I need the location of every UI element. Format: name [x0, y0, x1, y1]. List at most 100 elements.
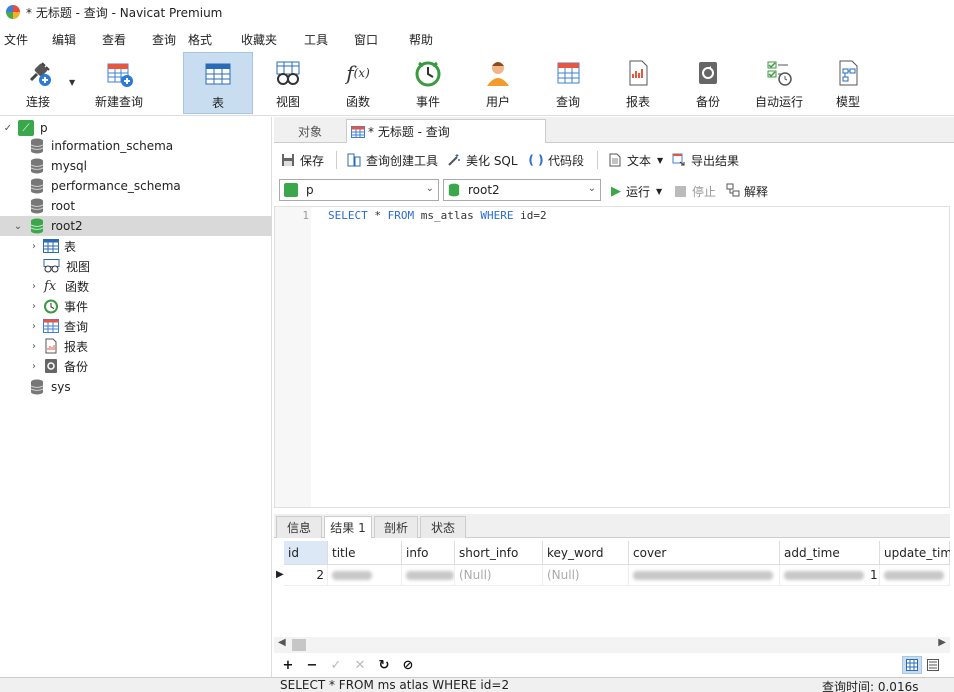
connection-dropdown-icon[interactable]: ▼ — [69, 78, 75, 87]
column-header-update-time[interactable]: update_tim — [880, 541, 950, 565]
column-header-info[interactable]: info — [402, 541, 455, 565]
chevron-right-icon[interactable]: › — [28, 300, 40, 312]
tree-node-queries[interactable]: › 查询 — [0, 316, 272, 336]
menu-query[interactable]: 查询 — [152, 31, 176, 48]
tab-info[interactable]: 信息 — [276, 516, 322, 538]
cell-add-time[interactable]: 1 — [780, 565, 880, 586]
query-builder-button[interactable]: 查询创建工具 — [346, 150, 438, 170]
tab-objects[interactable]: 对象 — [274, 119, 346, 143]
connection-button[interactable]: 连接 — [3, 52, 73, 114]
cell-update-time[interactable] — [880, 565, 950, 586]
cell-title[interactable] — [328, 565, 402, 586]
chevron-right-icon[interactable]: › — [28, 360, 40, 372]
user-button[interactable]: 用户 — [463, 52, 533, 114]
chevron-down-icon[interactable]: ✓ — [2, 122, 14, 134]
model-button[interactable]: 模型 — [813, 52, 883, 114]
code-snippet-button[interactable]: ( ) 代码段 — [528, 150, 584, 170]
tree-node-backups[interactable]: › 备份 — [0, 356, 272, 376]
delete-row-icon[interactable]: − — [303, 656, 321, 674]
view-button[interactable]: 视图 — [253, 52, 323, 114]
add-row-icon[interactable]: + — [279, 656, 297, 674]
chevron-down-icon[interactable]: ▼ — [657, 156, 663, 165]
menu-tools[interactable]: 工具 — [304, 31, 328, 48]
query-button[interactable]: 查询 — [533, 52, 603, 114]
report-button[interactable]: 报表 — [603, 52, 673, 114]
cell-short-info[interactable]: (Null) — [455, 565, 543, 586]
node-label: 备份 — [64, 359, 89, 374]
table-button[interactable]: 表 — [183, 52, 253, 114]
form-view-icon[interactable] — [924, 656, 942, 674]
new-query-button[interactable]: 新建查询 — [79, 52, 159, 114]
tree-connection-p[interactable]: ✓ ⟋ p — [0, 118, 272, 138]
apply-icon[interactable]: ✓ — [327, 656, 345, 674]
column-header-title[interactable]: title — [328, 541, 402, 565]
stop-icon[interactable]: ⊘ — [399, 656, 417, 674]
result-grid[interactable]: id title info short_info key_word cover … — [274, 541, 950, 637]
column-header-add-time[interactable]: add_time — [780, 541, 880, 565]
run-button[interactable]: ▶ 运行 ▼ — [611, 181, 662, 201]
menu-edit[interactable]: 编辑 — [52, 31, 76, 48]
chevron-right-icon[interactable]: › — [28, 340, 40, 352]
tree-db-performance-schema[interactable]: performance_schema — [0, 176, 272, 196]
chevron-down-icon[interactable]: ▼ — [656, 187, 662, 196]
tab-query[interactable]: * 无标题 - 查询 — [346, 119, 546, 143]
menu-window[interactable]: 窗口 — [354, 31, 378, 48]
menu-format[interactable]: 格式 — [188, 31, 212, 48]
tree-db-information-schema[interactable]: information_schema — [0, 136, 272, 156]
backup-button[interactable]: 备份 — [673, 52, 743, 114]
save-button[interactable]: 保存 — [280, 150, 324, 170]
connection-select-value: p — [306, 183, 314, 197]
sql-editor[interactable]: 1 SELECT * FROM ms_atlas WHERE id=2 — [274, 206, 950, 508]
tab-result-1[interactable]: 结果 1 — [324, 516, 372, 538]
column-header-short-info[interactable]: short_info — [455, 541, 543, 565]
cell-id[interactable]: 2 — [284, 565, 328, 586]
chevron-right-icon[interactable]: › — [28, 280, 40, 292]
sql-code[interactable]: SELECT * FROM ms_atlas WHERE id=2 — [328, 209, 547, 222]
tree-node-tables[interactable]: › 表 — [0, 236, 272, 256]
schedule-icon — [764, 58, 794, 88]
chevron-down-icon[interactable]: ⌄ — [12, 220, 24, 232]
scroll-thumb[interactable] — [292, 639, 306, 651]
tree-db-mysql[interactable]: mysql — [0, 156, 272, 176]
tree-node-views[interactable]: 视图 — [0, 256, 272, 276]
menu-favorites[interactable]: 收藏夹 — [241, 31, 277, 48]
export-result-button[interactable]: 导出结果 — [671, 150, 739, 170]
cell-info[interactable] — [402, 565, 455, 586]
db-name: mysql — [51, 159, 87, 173]
query-toolbar: 保存 查询创建工具 美化 SQL ( ) 代码段 文本 ▼ 导出结果 — [274, 146, 954, 174]
refresh-icon[interactable]: ↻ — [375, 656, 393, 674]
explain-button[interactable]: 解释 — [726, 181, 768, 201]
column-header-cover[interactable]: cover — [629, 541, 780, 565]
tab-status[interactable]: 状态 — [420, 516, 466, 538]
tab-profile[interactable]: 剖析 — [374, 516, 418, 538]
tree-db-sys[interactable]: sys — [0, 377, 272, 397]
database-select[interactable]: root2 ⌄ — [443, 179, 601, 201]
tree-db-root[interactable]: root — [0, 196, 272, 216]
grid-view-icon[interactable] — [902, 656, 922, 674]
text-mode-button[interactable]: 文本 ▼ — [607, 150, 663, 170]
tree-db-root2[interactable]: ⌄ root2 — [0, 216, 272, 236]
tree-node-events[interactable]: › 事件 — [0, 296, 272, 316]
cell-cover[interactable] — [629, 565, 780, 586]
column-header-id[interactable]: id — [284, 541, 328, 565]
schedule-button[interactable]: 自动运行 — [743, 52, 815, 114]
scroll-left-icon[interactable]: ◀ — [278, 637, 286, 648]
beautify-sql-button[interactable]: 美化 SQL — [446, 150, 518, 170]
discard-icon[interactable]: ✕ — [351, 656, 369, 674]
stop-button[interactable]: 停止 — [675, 181, 716, 201]
chevron-right-icon[interactable]: › — [28, 240, 40, 252]
redacted-value — [406, 570, 454, 580]
chevron-right-icon[interactable]: › — [28, 320, 40, 332]
menu-help[interactable]: 帮助 — [409, 31, 433, 48]
event-button[interactable]: 事件 — [393, 52, 463, 114]
connection-select[interactable]: p ⌄ — [279, 179, 439, 201]
menu-file[interactable]: 文件 — [4, 31, 28, 48]
menu-view[interactable]: 查看 — [102, 31, 126, 48]
column-header-key-word[interactable]: key_word — [543, 541, 629, 565]
function-button[interactable]: f (x) 函数 — [323, 52, 393, 114]
cell-key-word[interactable]: (Null) — [543, 565, 629, 586]
horizontal-scrollbar[interactable]: ◀ ▶ — [274, 637, 950, 653]
scroll-right-icon[interactable]: ▶ — [938, 637, 946, 648]
tree-node-reports[interactable]: › 报表 — [0, 336, 272, 356]
tree-node-functions[interactable]: › fx 函数 — [0, 276, 272, 296]
